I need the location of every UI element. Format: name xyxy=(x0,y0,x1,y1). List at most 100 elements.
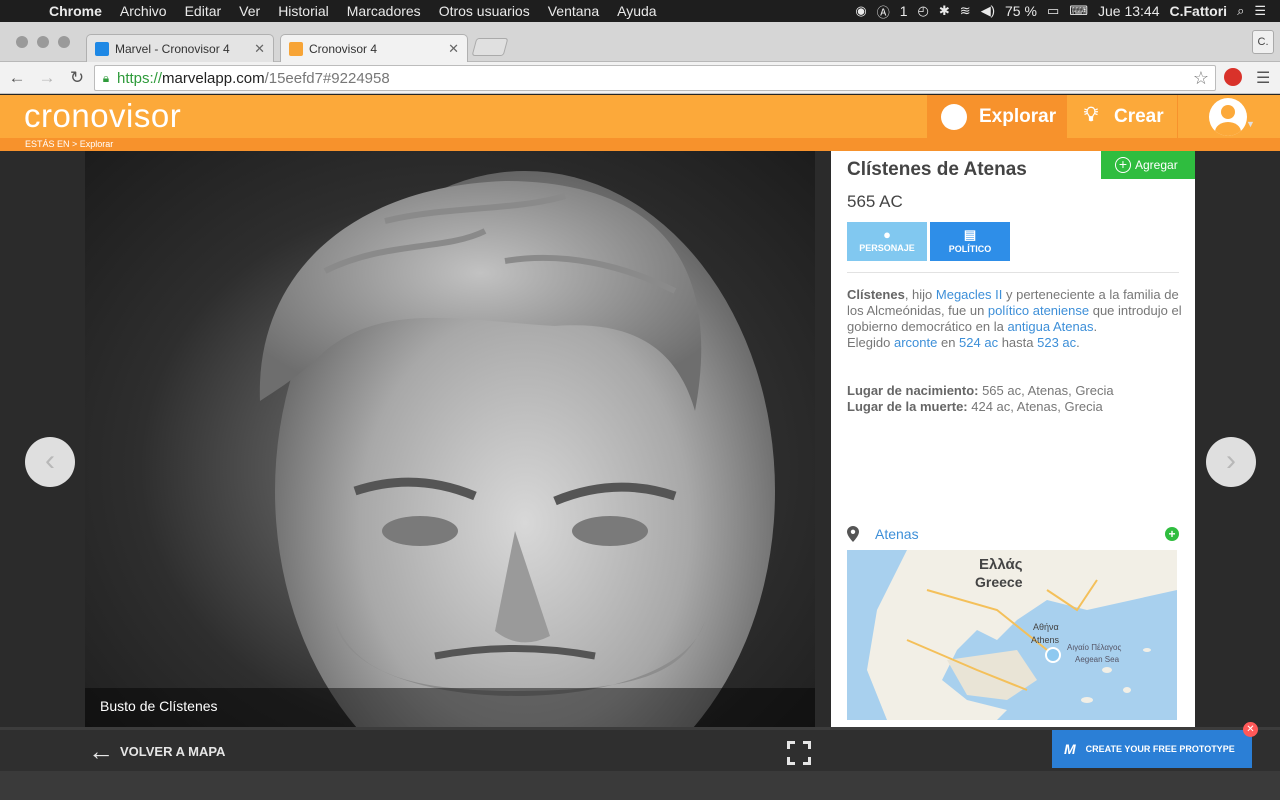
menu-editar[interactable]: Editar xyxy=(176,3,231,19)
time-machine-icon[interactable]: ◴ xyxy=(918,3,929,19)
menu-ventana[interactable]: Ventana xyxy=(539,3,608,19)
link-arconte[interactable]: arconte xyxy=(894,335,937,350)
nav-explorar-label: Explorar xyxy=(979,105,1057,127)
map-label-athina: Αθήνα xyxy=(1033,622,1059,632)
menu-app-name[interactable]: Chrome xyxy=(40,3,111,19)
link-politico-ateniense[interactable]: político ateniense xyxy=(988,303,1089,318)
figure-year: 565 AC xyxy=(847,192,903,211)
marvel-favicon-icon xyxy=(95,41,109,56)
fullscreen-icon[interactable] xyxy=(787,741,811,765)
link-antigua-atenas[interactable]: antigua Atenas xyxy=(1007,319,1093,334)
wifi-icon[interactable]: ≋ xyxy=(960,3,971,19)
promo-label: CREATE YOUR FREE PROTOTYPE xyxy=(1085,744,1235,754)
nav-explorar[interactable]: Explorar xyxy=(927,95,1067,138)
bottom-bar: ← VOLVER A MAPA M CREATE YOUR FREE PROTO… xyxy=(0,722,1280,771)
app-header: cronovisor Explorar 💡︎ Crear ▼ xyxy=(0,95,1280,138)
previous-arrow-icon[interactable]: ‹ xyxy=(25,437,75,487)
extension-icon[interactable] xyxy=(1224,68,1242,86)
map-label-greece: Greece xyxy=(975,574,1023,590)
close-icon[interactable]: ✕ xyxy=(1243,722,1258,737)
menu-marcadores[interactable]: Marcadores xyxy=(338,3,430,19)
next-arrow-icon[interactable]: › xyxy=(1206,437,1256,487)
image-caption: Busto de Clístenes xyxy=(85,688,815,727)
spotlight-icon[interactable]: ⌕ xyxy=(1237,3,1244,19)
chevron-down-icon[interactable]: ▼ xyxy=(1246,119,1255,129)
close-window-button[interactable] xyxy=(16,36,28,48)
document-icon: ▤ xyxy=(963,227,977,242)
back-icon[interactable]: ← xyxy=(4,68,30,88)
divider xyxy=(847,272,1179,273)
cronovisor-logo[interactable]: cronovisor xyxy=(24,97,181,135)
battery-icon[interactable]: ▭ xyxy=(1047,3,1059,19)
tab-cronovisor[interactable]: Cronovisor 4 ✕ xyxy=(280,34,468,62)
close-tab-icon[interactable]: ✕ xyxy=(254,41,265,57)
bookmark-star-icon[interactable]: ☆ xyxy=(1193,68,1209,89)
url-host: marvelapp.com xyxy=(162,69,265,87)
menubar-clock[interactable]: Jue 13:44 xyxy=(1098,3,1160,19)
bio-text: Elegido xyxy=(847,335,894,350)
biography: Clístenes, hijo Megacles II y pertenecie… xyxy=(847,287,1183,351)
place-link[interactable]: Atenas xyxy=(875,526,919,542)
bluetooth-icon[interactable]: ✱ xyxy=(939,3,950,19)
battery-percent: 75 % xyxy=(1005,3,1037,19)
bio-text: . xyxy=(1093,319,1098,334)
minimize-window-button[interactable] xyxy=(37,36,49,48)
cronovisor-favicon-icon xyxy=(289,41,303,56)
location-map[interactable]: Ελλάς Greece Αθήνα Athens Αιγαίο Πέλαγος… xyxy=(847,550,1177,720)
adobe-icon[interactable]: Ⓐ xyxy=(877,2,890,21)
zoom-window-button[interactable] xyxy=(58,36,70,48)
tag-personaje[interactable]: ● PERSONAJE xyxy=(847,222,927,261)
macos-menubar: Chrome Archivo Editar Ver Historial Marc… xyxy=(0,0,1280,22)
back-to-map-button[interactable]: ← VOLVER A MAPA xyxy=(88,736,225,766)
profile-button[interactable]: C. xyxy=(1252,30,1274,54)
menu-archivo[interactable]: Archivo xyxy=(111,3,176,19)
menu-ver[interactable]: Ver xyxy=(230,3,269,19)
menubar-user[interactable]: C.Fattori xyxy=(1170,3,1228,19)
lock-icon[interactable]: 🔒︎ xyxy=(95,71,117,86)
close-tab-icon[interactable]: ✕ xyxy=(448,41,459,57)
tab-marvel[interactable]: Marvel - Cronovisor 4 ✕ xyxy=(86,34,274,62)
user-avatar-icon[interactable] xyxy=(1209,98,1247,136)
add-place-icon[interactable]: + xyxy=(1165,527,1179,541)
menu-otros-usuarios[interactable]: Otros usuarios xyxy=(430,3,539,19)
bust-illustration xyxy=(259,171,775,727)
url-protocol: https:// xyxy=(117,69,163,87)
marvel-promo-button[interactable]: M CREATE YOUR FREE PROTOTYPE xyxy=(1052,730,1252,768)
browser-toolbar: ← → ↻ 🔒︎ https:// marvelapp.com /15eefd7… xyxy=(0,62,1280,94)
bio-text: hasta xyxy=(998,335,1038,350)
bio-text: , hijo xyxy=(904,287,936,302)
birth-label: Lugar de nacimiento: xyxy=(847,383,979,398)
tag-personaje-label: PERSONAJE xyxy=(859,243,915,253)
header-divider xyxy=(1177,95,1178,138)
reload-icon[interactable]: ↻ xyxy=(64,68,90,88)
new-tab-button[interactable] xyxy=(471,38,509,56)
record-icon[interactable]: ◉ xyxy=(855,3,866,19)
person-icon: ● xyxy=(883,227,891,242)
map-label-aegean: Aegean Sea xyxy=(1075,655,1120,664)
address-bar[interactable]: 🔒︎ https:// marvelapp.com /15eefd7#92249… xyxy=(94,65,1216,91)
footer-strip xyxy=(0,771,1280,800)
location-pin-icon xyxy=(847,526,859,542)
bio-text: en xyxy=(937,335,960,350)
arrow-left-icon: ← xyxy=(88,736,114,766)
link-524-ac[interactable]: 524 ac xyxy=(959,335,998,350)
volume-icon[interactable]: ◀) xyxy=(981,3,995,19)
tab-title: Cronovisor 4 xyxy=(309,41,378,56)
link-523-ac[interactable]: 523 ac xyxy=(1037,335,1076,350)
tab-title: Marvel - Cronovisor 4 xyxy=(115,41,230,56)
bust-image xyxy=(85,151,815,727)
add-button[interactable]: + Agregar xyxy=(1101,151,1195,179)
menu-historial[interactable]: Historial xyxy=(269,3,338,19)
tag-politico[interactable]: ▤ POLÍTICO xyxy=(930,222,1010,261)
chrome-menu-icon[interactable]: ☰ xyxy=(1256,68,1270,88)
menu-ayuda[interactable]: Ayuda xyxy=(608,3,665,19)
keyboard-icon[interactable]: ⌨ xyxy=(1069,3,1088,19)
nav-crear[interactable]: 💡︎ Crear xyxy=(1068,95,1178,138)
link-megacles[interactable]: Megacles II xyxy=(936,287,1002,302)
birth-value: 565 ac, Atenas, Grecia xyxy=(978,383,1114,398)
notification-center-icon[interactable]: ☰ xyxy=(1254,3,1266,19)
map-label-athens: Athens xyxy=(1031,635,1060,645)
life-facts: Lugar de nacimiento: 565 ac, Atenas, Gre… xyxy=(847,383,1114,415)
marvel-logo-icon: M xyxy=(1064,741,1076,757)
forward-icon[interactable]: → xyxy=(34,68,60,88)
